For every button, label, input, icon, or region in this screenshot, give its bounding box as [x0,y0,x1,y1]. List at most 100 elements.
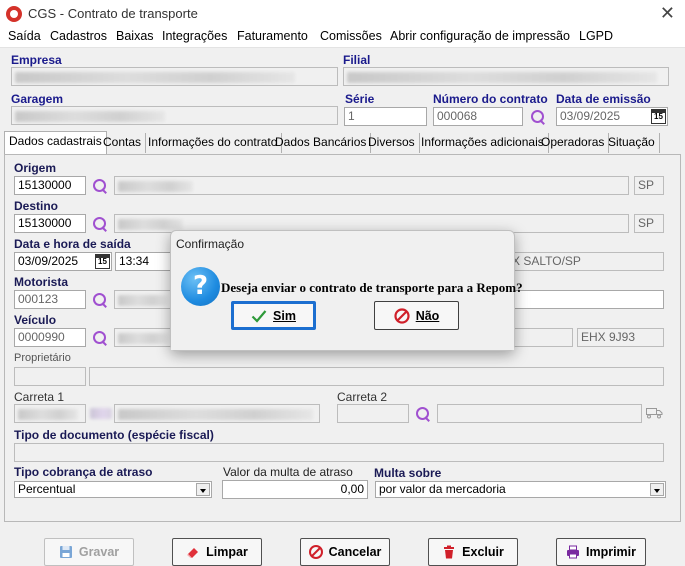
hora-saida-field[interactable]: 13:34 [115,252,175,271]
dialog-message: Deseja enviar o contrato de transporte p… [221,280,523,295]
redacted-text [118,333,168,344]
destino-uf-field: SP [634,214,664,233]
title-bar: CGS - Contrato de transporte ✕ [0,0,685,28]
filial-label: Filial [343,53,371,67]
menu-saida[interactable]: Saída [8,29,41,43]
motorista-label: Motorista [14,275,68,289]
excluir-button[interactable]: Excluir [428,538,518,566]
destino-label: Destino [14,199,59,213]
redacted-text [118,219,183,230]
gravar-label: Gravar [78,545,120,559]
numero-contrato-field[interactable]: 000068 [433,107,523,126]
tipo-cobranca-value: Percentual [18,482,76,496]
garagem-label: Garagem [11,92,64,106]
search-icon[interactable] [92,330,108,346]
filial-field [343,67,669,86]
dialog-title: Confirmação [176,237,245,251]
serie-field[interactable]: 1 [344,107,427,126]
tab-informacoes-adicionais[interactable]: Informações adicionais [417,133,549,153]
menu-baixas[interactable]: Baixas [116,29,154,43]
redacted-text [118,181,193,192]
search-icon[interactable] [92,292,108,308]
redacted-text [347,72,657,83]
tab-diversos[interactable]: Diversos [364,133,420,153]
menu-abrir-config-impressao[interactable]: Abrir configuração de impressão [390,29,570,43]
cidade-saida-field: X SALTO/SP [508,252,664,271]
garagem-field [11,106,338,125]
excluir-label: Excluir [462,545,504,559]
destino-code-field[interactable]: 15130000 [14,214,86,233]
proprietario-code-field [14,367,86,386]
save-icon [59,545,73,559]
carreta2-label: Carreta 2 [337,390,388,404]
sim-label: Sim [273,308,296,323]
tab-dados-cadastrais[interactable]: Dados cadastrais [4,131,107,154]
motorista-code-field[interactable]: 000123 [14,290,86,309]
multa-sobre-label: Multa sobre [374,466,442,480]
cancelar-button[interactable]: Cancelar [300,538,390,566]
close-icon[interactable]: ✕ [660,3,675,24]
limpar-label: Limpar [206,545,248,559]
veiculo-extra-field [508,328,573,347]
tab-contas[interactable]: Contas [99,133,147,153]
search-icon[interactable] [415,406,431,422]
search-icon[interactable] [92,178,108,194]
redacted-text [15,111,165,122]
cancel-icon [308,545,323,559]
check-icon [251,309,267,323]
serie-label: Série [345,92,375,106]
menu-bar: Saída Cadastros Baixas Integrações Fatur… [0,28,685,48]
carreta2-code-field [337,404,409,423]
veiculo-code-field[interactable]: 0000990 [14,328,86,347]
carreta1-label: Carreta 1 [14,390,65,404]
proprietario-label: Proprietário [14,352,71,364]
nao-label: Não [415,308,440,323]
redacted-text [118,409,313,420]
nao-button[interactable]: Não [374,301,459,330]
multa-field[interactable]: 0,00 [222,480,368,499]
empresa-field [11,67,338,86]
window-title: CGS - Contrato de transporte [28,6,198,21]
multa-label: Valor da multa de atraso [223,465,353,479]
search-icon[interactable] [530,109,546,125]
tab-situacao[interactable]: Situação [604,133,660,153]
chevron-down-icon[interactable] [196,483,210,496]
sim-button[interactable]: Sim [231,301,316,330]
limpar-button[interactable]: Limpar [172,538,262,566]
printer-icon [566,545,580,559]
origem-city-field [114,176,629,195]
menu-cadastros[interactable]: Cadastros [50,29,107,43]
menu-faturamento[interactable]: Faturamento [237,29,308,43]
motorista-extra-field[interactable] [508,290,664,309]
carreta2-desc-field [437,404,642,423]
tab-operadoras[interactable]: Operadoras [537,133,610,153]
imprimir-button[interactable]: Imprimir [556,538,646,566]
multa-sobre-value: por valor da mercadoria [379,482,506,496]
dialog-body: ? Deseja enviar o contrato de transporte… [171,255,523,350]
gravar-button[interactable]: Gravar [44,538,134,566]
trash-icon [442,545,456,559]
carreta1-desc-field [114,404,320,423]
tab-informacoes-contrato[interactable]: Informações do contrato [144,133,283,153]
eraser-icon [186,545,200,559]
cancel-icon [394,307,410,324]
calendar-icon[interactable]: 15 [95,254,110,269]
multa-sobre-select[interactable]: por valor da mercadoria [375,481,666,498]
carreta1-code-field [14,404,86,423]
search-icon[interactable] [92,216,108,232]
truck-icon [646,406,663,419]
menu-comissoes[interactable]: Comissões [320,29,382,43]
veiculo-desc-field [114,328,174,347]
menu-integracoes[interactable]: Integrações [162,29,227,43]
tab-dados-bancarios[interactable]: Dados Bancários [271,133,372,153]
imprimir-label: Imprimir [585,545,636,559]
tipo-cobranca-select[interactable]: Percentual [14,481,212,498]
chevron-down-icon[interactable] [650,483,664,496]
veiculo-label: Veículo [14,313,57,327]
empresa-label: Empresa [11,53,62,67]
origem-uf-field: SP [634,176,664,195]
calendar-icon[interactable]: 15 [651,109,666,124]
origem-code-field[interactable]: 15130000 [14,176,86,195]
cancelar-label: Cancelar [328,545,382,559]
menu-lgpd[interactable]: LGPD [579,29,613,43]
